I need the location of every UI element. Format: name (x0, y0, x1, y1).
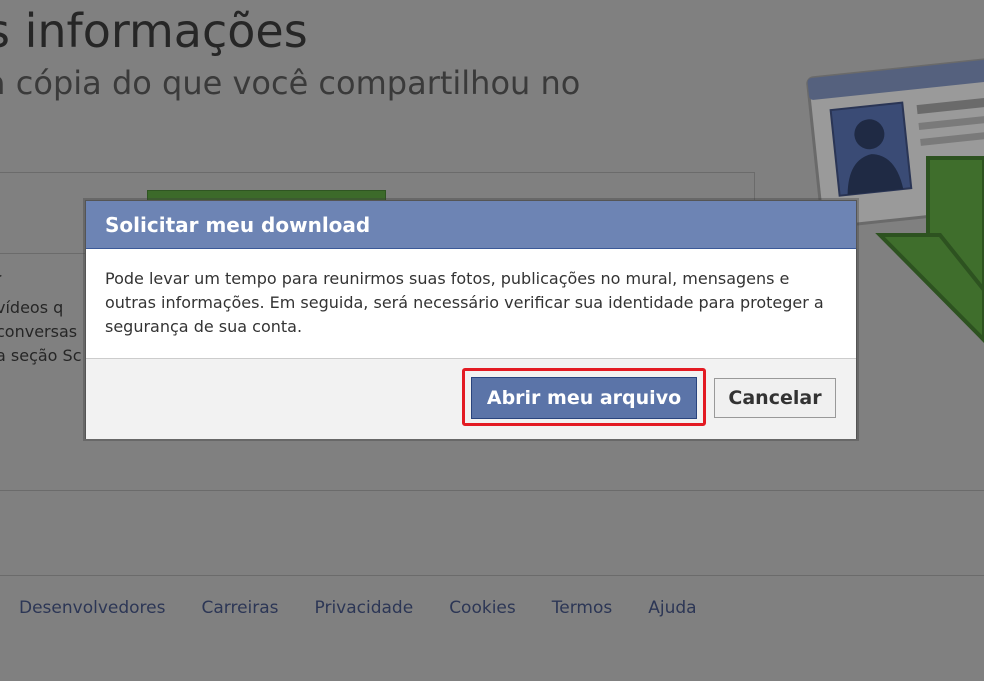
footer-link-cookies[interactable]: Cookies (449, 598, 516, 618)
footer-link-desenvolvedores[interactable]: Desenvolvedores (19, 598, 165, 618)
dialog-title: Solicitar meu download (86, 201, 856, 249)
description-line: conversas (0, 322, 78, 341)
footer-nav: Desenvolvedores Carreiras Privacidade Co… (19, 598, 697, 618)
footer-link-carreiras[interactable]: Carreiras (201, 598, 278, 618)
description-line: vídeos q (0, 298, 64, 317)
open-archive-button[interactable]: Abrir meu arquivo (471, 377, 697, 419)
section-divider (0, 490, 984, 491)
footer-divider (0, 575, 984, 576)
footer-link-privacidade[interactable]: Privacidade (315, 598, 414, 618)
footer-link-termos[interactable]: Termos (552, 598, 612, 618)
description-line: a seção Sc (0, 346, 82, 365)
page-subtitle: a cópia do que você compartilhou no (0, 64, 581, 102)
bullet-icon: ▸ (0, 268, 2, 282)
page-title: s informações (0, 4, 308, 58)
dialog-message: Pode levar um tempo para reunirmos suas … (105, 269, 824, 336)
truncated-description: vídeos q conversas a seção Sc (0, 296, 88, 368)
cancel-button[interactable]: Cancelar (714, 378, 836, 418)
footer-link-ajuda[interactable]: Ajuda (648, 598, 696, 618)
download-dialog: Solicitar meu download Pode levar um tem… (85, 200, 857, 439)
dialog-footer: Abrir meu arquivo Cancelar (86, 358, 856, 439)
